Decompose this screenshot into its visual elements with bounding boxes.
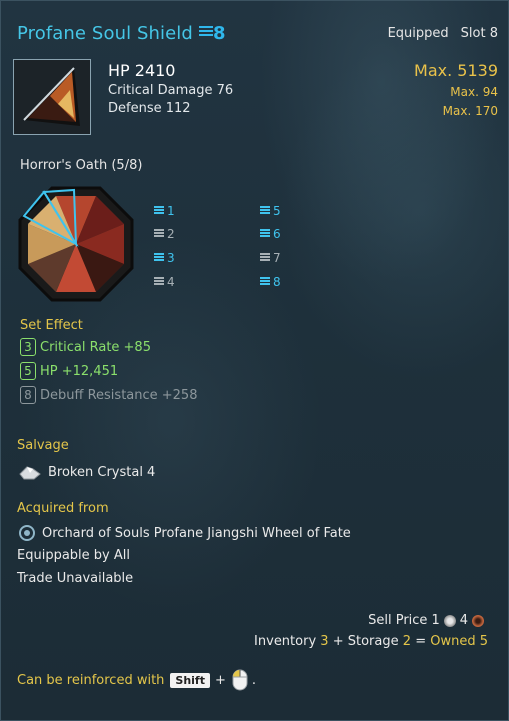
plus-sign: + — [214, 672, 226, 688]
item-icon — [13, 59, 91, 135]
set-effect-text: Critical Rate +85 — [40, 339, 151, 355]
set-octagon — [18, 186, 134, 302]
inventory-label: Inventory — [254, 634, 317, 649]
equals-sign: = — [415, 634, 427, 649]
equippable-text: Equippable by All — [17, 548, 130, 563]
equipped-label: Equipped — [387, 26, 449, 41]
slot-label: Slot 8 — [460, 26, 498, 41]
inventory-number: 3 — [320, 634, 329, 649]
set-bars-icon — [260, 277, 270, 287]
item-tooltip: Profane Soul Shield 8 Equipped Slot 8 HP 2… — [0, 0, 509, 721]
set-slot-4: 4 — [154, 275, 175, 289]
set-slot-5: 5 — [260, 204, 281, 218]
set-effect-text: HP +12,451 — [40, 363, 119, 379]
owned-total: Owned 5 — [430, 634, 488, 649]
acquired-source-text: Orchard of Souls Profane Jiangshi Wheel … — [42, 525, 351, 541]
max-defense: Max. 170 — [442, 104, 498, 118]
copper-amount: 4 — [459, 613, 468, 628]
set-bars-icon — [260, 229, 270, 239]
mouse-left-click-icon — [232, 669, 248, 691]
set-slot-8: 8 — [260, 275, 281, 289]
reinforce-hint: Can be reinforced with Shift + . — [17, 669, 256, 691]
set-slot-3: 3 — [154, 251, 175, 265]
defense-stat: Defense 112 — [108, 101, 191, 116]
reinforce-text: Can be reinforced with — [17, 672, 165, 688]
set-bars-icon — [154, 229, 164, 239]
salvage-item-text: Broken Crystal 4 — [48, 464, 156, 480]
max-crit: Max. 94 — [450, 85, 498, 99]
crystal-icon — [19, 466, 41, 480]
sell-price-label: Sell Price — [368, 613, 428, 628]
set-bars-icon — [154, 253, 164, 263]
upgrade-bars-icon — [198, 26, 213, 38]
crit-damage-stat: Critical Damage 76 — [108, 83, 234, 98]
period: . — [251, 672, 257, 688]
plus-sign: + — [332, 634, 344, 649]
storage-label: Storage — [347, 634, 399, 649]
set-bars-icon — [154, 277, 164, 287]
set-effect-row: 8 Debuff Resistance +258 — [20, 386, 197, 404]
acquired-label: Acquired from — [17, 501, 109, 516]
copper-coin-icon — [472, 614, 484, 627]
max-hp: Max. 5139 — [414, 61, 498, 80]
max-stats: Max. 5139 Max. 94 Max. 170 — [414, 61, 498, 118]
item-name: Profane Soul Shield — [17, 23, 193, 44]
set-bars-icon — [154, 206, 164, 216]
salvage-label: Salvage — [17, 438, 69, 453]
salvage-item: Broken Crystal 4 — [18, 462, 155, 482]
wheel-of-fate-icon — [19, 525, 35, 541]
set-bars-icon — [260, 206, 270, 216]
set-count-badge: 8 — [20, 386, 36, 404]
silver-amount: 1 — [431, 613, 440, 628]
set-slot-7: 7 — [260, 251, 281, 265]
acquired-source[interactable]: Orchard of Souls Profane Jiangshi Wheel … — [18, 524, 351, 542]
item-title: Profane Soul Shield 8 — [17, 23, 226, 44]
set-slot-2: 2 — [154, 227, 175, 241]
set-slot-1: 1 — [154, 204, 175, 218]
set-effect-label: Set Effect — [20, 318, 83, 333]
trade-text: Trade Unavailable — [17, 571, 134, 586]
hp-stat: HP 2410 — [108, 61, 176, 80]
inventory-count: Inventory 3 + Storage 2 = Owned 5 — [254, 634, 488, 649]
upgrade-level: 8 — [198, 23, 226, 44]
equip-status: Equipped Slot 8 — [388, 26, 498, 41]
set-count-badge: 5 — [20, 362, 36, 380]
set-name: Horror's Oath (5/8) — [20, 158, 143, 173]
set-effect-row: 3 Critical Rate +85 — [20, 338, 151, 356]
soul-shield-piece-icon — [14, 60, 90, 134]
set-effect-row: 5 HP +12,451 — [20, 362, 118, 380]
set-effect-text: Debuff Resistance +258 — [40, 387, 198, 403]
octagon-set-icon — [18, 186, 134, 302]
set-bars-icon — [260, 253, 270, 263]
set-count-badge: 3 — [20, 338, 36, 356]
sell-price: Sell Price 1 4 — [368, 613, 488, 628]
shift-key: Shift — [170, 672, 210, 688]
silver-coin-icon — [443, 614, 456, 627]
main-stats: HP 2410 Critical Damage 76 Defense 112 — [108, 61, 233, 116]
storage-number: 2 — [402, 634, 412, 649]
set-slot-6: 6 — [260, 227, 281, 241]
